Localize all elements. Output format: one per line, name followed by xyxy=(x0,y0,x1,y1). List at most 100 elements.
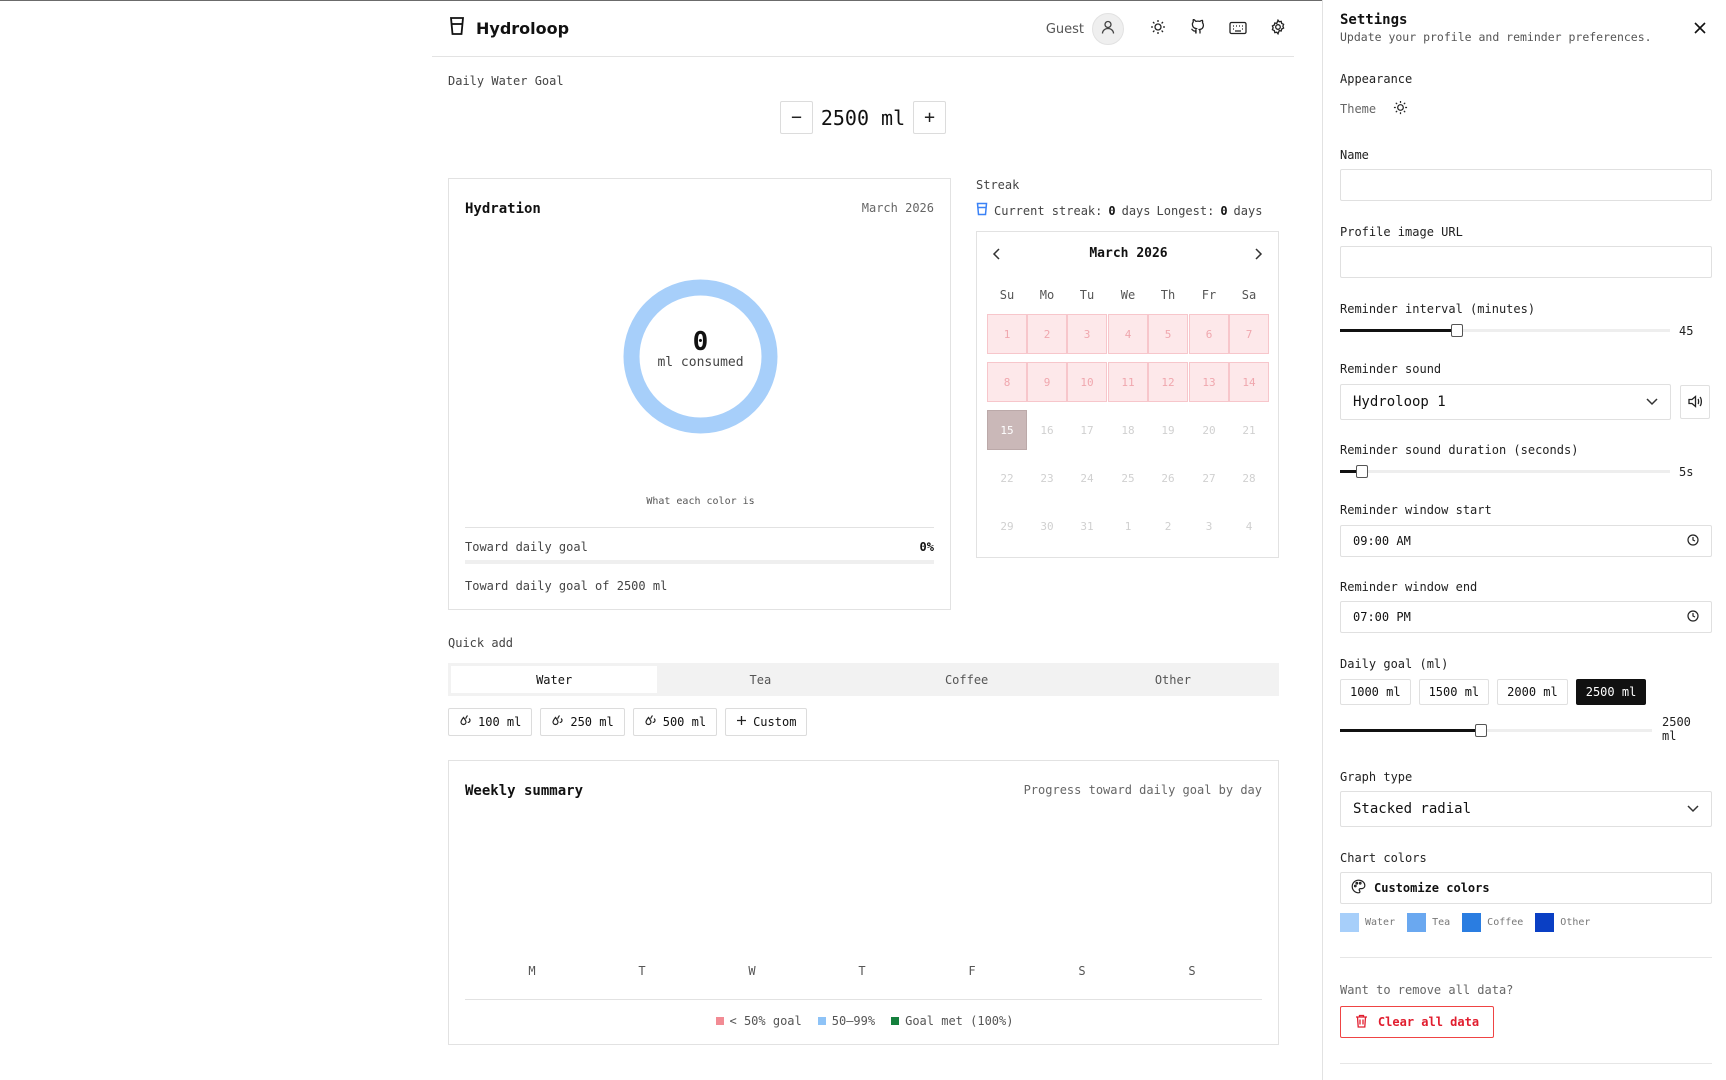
slider-thumb[interactable] xyxy=(1356,465,1368,478)
header-actions: Guest xyxy=(1046,13,1294,45)
add-100-button[interactable]: 100 ml xyxy=(448,708,533,736)
calendar-day[interactable]: 3 xyxy=(1067,314,1107,354)
add-custom-button[interactable]: Custom xyxy=(725,708,808,736)
github-button[interactable] xyxy=(1182,13,1214,45)
swatch-water[interactable] xyxy=(1340,913,1359,932)
goal-option-2500[interactable]: 2500 ml xyxy=(1575,679,1647,705)
swatch-label: Other xyxy=(1560,917,1591,928)
drink-type-tabs: Water Tea Coffee Other xyxy=(448,663,1279,696)
calendar-day[interactable]: 4 xyxy=(1108,314,1148,354)
weekday-header: Th xyxy=(1160,288,1176,302)
theme-label: Theme xyxy=(1340,102,1377,116)
calendar-day[interactable]: 6 xyxy=(1189,314,1229,354)
add-500-button[interactable]: 500 ml xyxy=(632,708,718,736)
hydration-card: Hydration March 2026 0 ml consumed What … xyxy=(448,178,951,610)
weekday-header: Mo xyxy=(1039,288,1055,302)
calendar-day[interactable]: 2 xyxy=(1148,506,1188,546)
daily-goal-slider-value: 2500 ml xyxy=(1662,715,1691,743)
graph-type-label: Graph type xyxy=(1340,770,1413,784)
goal-option-1000[interactable]: 1000 ml xyxy=(1340,679,1411,705)
avatar[interactable] xyxy=(1092,13,1124,45)
window-end-input[interactable]: 07:00 PM xyxy=(1340,601,1712,633)
increase-goal-button[interactable]: + xyxy=(913,101,946,134)
swatch-tea[interactable] xyxy=(1407,913,1427,932)
hydration-month: March 2026 xyxy=(861,201,934,215)
slider-thumb[interactable] xyxy=(1475,724,1487,737)
calendar-day[interactable]: 28 xyxy=(1229,458,1269,498)
tab-other[interactable]: Other xyxy=(1070,666,1276,693)
theme-toggle-button[interactable] xyxy=(1142,13,1174,45)
calendar-day[interactable]: 2 xyxy=(1027,314,1067,354)
calendar-day[interactable]: 25 xyxy=(1108,458,1148,498)
graph-type-select[interactable]: Stacked radial xyxy=(1340,791,1712,827)
clear-all-data-button[interactable]: Clear all data xyxy=(1340,1006,1494,1038)
tab-water[interactable]: Water xyxy=(451,666,658,693)
calendar-day[interactable]: 17 xyxy=(1067,410,1107,450)
calendar-day[interactable]: 1 xyxy=(987,314,1027,354)
calendar-day[interactable]: 12 xyxy=(1148,362,1188,402)
customize-colors-button[interactable]: Customize colors xyxy=(1340,872,1712,904)
swatch-label: Water xyxy=(1365,917,1396,928)
calendar-day[interactable]: 9 xyxy=(1027,362,1067,402)
daily-goal-label: Daily goal (ml) xyxy=(1340,657,1449,671)
profile-image-input[interactable] xyxy=(1340,246,1712,278)
window-start-input[interactable]: 09:00 AM xyxy=(1340,525,1712,557)
calendar-day[interactable]: 31 xyxy=(1067,506,1107,546)
daily-goal-slider[interactable] xyxy=(1340,724,1652,738)
calendar-day[interactable]: 4 xyxy=(1229,506,1269,546)
select-value: Stacked radial xyxy=(1353,801,1472,817)
calendar-day[interactable]: 29 xyxy=(987,506,1027,546)
calendar-day[interactable]: 23 xyxy=(1027,458,1067,498)
settings-subtitle: Update your profile and reminder prefere… xyxy=(1340,30,1652,44)
calendar-day[interactable]: 16 xyxy=(1027,410,1067,450)
preview-sound-button[interactable] xyxy=(1680,385,1710,419)
calendar-day[interactable]: 8 xyxy=(987,362,1027,402)
calendar-day[interactable]: 18 xyxy=(1108,410,1148,450)
calendar-day[interactable]: 11 xyxy=(1108,362,1148,402)
theme-toggle-button[interactable] xyxy=(1393,100,1408,119)
goal-percent: 0% xyxy=(919,540,934,554)
calendar-day[interactable]: 26 xyxy=(1148,458,1188,498)
calendar-day[interactable]: 22 xyxy=(987,458,1027,498)
next-month-button[interactable] xyxy=(1248,244,1268,264)
slider-thumb[interactable] xyxy=(1451,324,1463,337)
weekly-summary-card: Weekly summary Progress toward daily goa… xyxy=(448,760,1279,1045)
value-number: 2500 xyxy=(1662,715,1691,729)
calendar-day[interactable]: 13 xyxy=(1189,362,1229,402)
reminder-interval-slider[interactable] xyxy=(1340,324,1670,338)
swatch-other[interactable] xyxy=(1535,913,1555,932)
value-unit: ml xyxy=(1662,729,1677,743)
decrease-goal-button[interactable]: − xyxy=(780,101,813,134)
keyboard-shortcuts-button[interactable] xyxy=(1222,13,1254,45)
weekday-label: T xyxy=(858,964,866,978)
goal-stepper: − 2500 ml + xyxy=(780,101,946,134)
settings-button[interactable] xyxy=(1262,13,1294,45)
sound-duration-slider[interactable] xyxy=(1340,465,1670,479)
calendar-day[interactable]: 1 xyxy=(1108,506,1148,546)
tab-tea[interactable]: Tea xyxy=(657,666,863,693)
calendar-day[interactable]: 30 xyxy=(1027,506,1067,546)
calendar-day[interactable]: 20 xyxy=(1189,410,1229,450)
calendar-day[interactable]: 19 xyxy=(1148,410,1188,450)
calendar-day[interactable]: 5 xyxy=(1148,314,1188,354)
legend-item-low: < 50% goal xyxy=(715,1014,802,1028)
calendar-day[interactable]: 10 xyxy=(1067,362,1107,402)
calendar-day-today[interactable]: 15 xyxy=(987,410,1027,450)
brand[interactable]: Hydroloop xyxy=(448,16,569,40)
consumed-value: 0 xyxy=(692,327,709,357)
calendar-day[interactable]: 14 xyxy=(1229,362,1269,402)
calendar-day[interactable]: 27 xyxy=(1189,458,1229,498)
calendar-day[interactable]: 24 xyxy=(1067,458,1107,498)
calendar-day[interactable]: 3 xyxy=(1189,506,1229,546)
reminder-sound-select[interactable]: Hydroloop 1 xyxy=(1340,384,1671,420)
swatch-coffee[interactable] xyxy=(1462,913,1482,932)
goal-option-1500[interactable]: 1500 ml xyxy=(1418,679,1490,705)
name-input[interactable] xyxy=(1340,169,1712,201)
goal-option-2000[interactable]: 2000 ml xyxy=(1497,679,1568,705)
add-250-button[interactable]: 250 ml xyxy=(540,708,625,736)
calendar-day[interactable]: 7 xyxy=(1229,314,1269,354)
tab-coffee[interactable]: Coffee xyxy=(864,666,1070,693)
close-settings-button[interactable] xyxy=(1690,18,1710,38)
color-legend-link[interactable]: What each color is xyxy=(449,496,952,507)
calendar-day[interactable]: 21 xyxy=(1229,410,1269,450)
